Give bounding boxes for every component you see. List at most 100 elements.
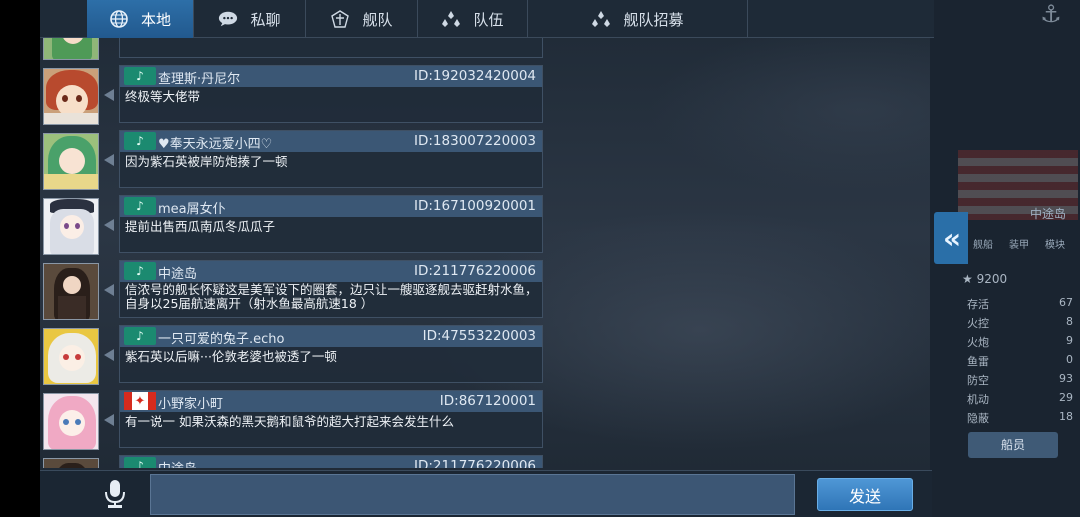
stat-row: 鱼雷 0: [967, 353, 1073, 368]
stat-row: 火控 8: [967, 315, 1073, 330]
tab-label: 本地: [140, 10, 171, 29]
expand-panel-button[interactable]: «: [934, 212, 968, 264]
player-badge-icon: ♪: [124, 457, 156, 468]
user-id: ID:192032420004: [414, 68, 536, 84]
ship-subtab: 装甲: [1009, 240, 1029, 251]
tab-label: 队伍: [473, 10, 504, 29]
stat-row: 存活 67: [967, 296, 1073, 311]
canada-flag-icon: ✦: [124, 392, 156, 410]
send-button[interactable]: 发送: [817, 478, 913, 511]
chat-message: ✦ 小野家小町 ID:867120001 有一说一 如果沃森的黑天鹅和鼠爷的超大…: [40, 390, 545, 452]
chat-message: ♪ mea屑女仆 ID:167100920001 提前出售西瓜南瓜冬瓜瓜子: [40, 195, 545, 257]
user-id: ID:211776220006: [414, 458, 536, 468]
ship-subtab: 模块: [1045, 240, 1065, 251]
chat-message: ♪ 中途岛 ID:211776220006 信浓号的舰长怀疑这是美军设下的圈套，…: [40, 260, 545, 322]
message-bubble: ♪ 查理斯·丹尼尔 ID:192032420004 终极等大佬带: [119, 65, 543, 123]
message-bubble: ♪ 中途岛 ID:211776220006: [119, 455, 543, 468]
message-header: ♪ 一只可爱的兔子.echo ID:47553220003: [120, 326, 542, 347]
bubble-pointer: [104, 414, 114, 426]
player-badge-icon: ♪: [124, 197, 156, 215]
tab-label: 舰队: [362, 10, 393, 29]
globe-icon: [109, 10, 129, 28]
bubble-pointer: [104, 154, 114, 166]
bubble-pointer: [104, 89, 114, 101]
star-rating: ★ 9200: [962, 272, 1008, 286]
message-header: ♪ 中途岛 ID:211776220006: [120, 261, 542, 282]
avatar[interactable]: [43, 263, 99, 320]
tab-label: 舰队招募: [623, 10, 684, 29]
tab-local[interactable]: 本地: [87, 0, 194, 38]
tab-private[interactable]: 私聊: [194, 0, 306, 38]
chat-message: ♪ 一只可爱的兔子.echo ID:47553220003 紫石英以后嘛···伦…: [40, 325, 545, 387]
avatar[interactable]: [43, 328, 99, 385]
crew-button[interactable]: 船员: [968, 432, 1058, 458]
username[interactable]: 小野家小町: [158, 393, 223, 412]
message-header: ♪ 中途岛 ID:211776220006: [120, 456, 542, 468]
chat-channel-tabs: 本地 私聊 舰队 队伍 舰队招募: [40, 0, 934, 38]
fleet-icon: [330, 10, 350, 28]
message-text: 紫石英以后嘛···伦敦老婆也被透了一顿: [125, 349, 337, 364]
user-id: ID:183007220003: [414, 133, 536, 149]
left-black-strip: [0, 0, 40, 517]
avatar[interactable]: [43, 198, 99, 255]
avatar[interactable]: [43, 133, 99, 190]
player-badge-icon: ♪: [124, 327, 156, 345]
message-text: 提前出售西瓜南瓜冬瓜瓜子: [125, 219, 276, 234]
bubble-pointer: [104, 219, 114, 231]
ship-name-label: 中途岛: [1030, 207, 1067, 221]
user-id: ID:167100920001: [414, 198, 536, 214]
message-header: ✦ 小野家小町 ID:867120001: [120, 391, 542, 412]
avatar[interactable]: [43, 68, 99, 125]
stat-row: 机动 29: [967, 391, 1073, 406]
tab-fleet-recruit[interactable]: 舰队招募: [528, 0, 748, 38]
avatar[interactable]: [43, 38, 99, 60]
stat-row: 火炮 9: [967, 334, 1073, 349]
recruit-icon: [591, 10, 611, 28]
user-id: ID:47553220003: [422, 328, 536, 344]
team-icon: [441, 10, 461, 28]
chat-message: [40, 38, 545, 62]
microphone-icon: [105, 480, 125, 508]
tab-label: 私聊: [250, 10, 281, 29]
message-text: 有一说一 如果沃森的黑天鹅和鼠爷的超大打起来会发生什么: [125, 414, 454, 429]
message-text: 因为紫石英被岸防炮揍了一顿: [125, 154, 288, 169]
message-bubble: ♪ mea屑女仆 ID:167100920001 提前出售西瓜南瓜冬瓜瓜子: [119, 195, 543, 253]
user-id: ID:867120001: [439, 393, 536, 409]
username[interactable]: mea屑女仆: [158, 198, 226, 217]
chat-message: ♪ ♥奉天永远爱小四♡ ID:183007220003 因为紫石英被岸防炮揍了一…: [40, 130, 545, 192]
double-chevron-left-icon: «: [942, 221, 961, 255]
username[interactable]: 中途岛: [158, 458, 197, 468]
stat-row: 隐蔽 18: [967, 410, 1073, 425]
username[interactable]: 一只可爱的兔子.echo: [158, 328, 284, 347]
avatar[interactable]: [43, 458, 99, 468]
message-header: ♪ ♥奉天永远爱小四♡ ID:183007220003: [120, 131, 542, 152]
anchor-icon: ⚓: [1040, 0, 1062, 28]
message-bubble: ♪ 一只可爱的兔子.echo ID:47553220003 紫石英以后嘛···伦…: [119, 325, 543, 383]
username[interactable]: 查理斯·丹尼尔: [158, 68, 240, 87]
message-text: 终极等大佬带: [125, 89, 201, 104]
user-id: ID:211776220006: [414, 263, 536, 279]
chat-input[interactable]: [150, 474, 795, 515]
bubble-pointer: [104, 284, 114, 296]
tab-fleet[interactable]: 舰队: [306, 0, 418, 38]
player-badge-icon: ♪: [124, 262, 156, 280]
chat-message: ♪ 中途岛 ID:211776220006: [40, 455, 545, 468]
message-bubble: ♪ ♥奉天永远爱小四♡ ID:183007220003 因为紫石英被岸防炮揍了一…: [119, 130, 543, 188]
chat-message-list[interactable]: ♪ 查理斯·丹尼尔 ID:192032420004 终极等大佬带 ♪ ♥奉天永远…: [40, 38, 545, 468]
username[interactable]: ♥奉天永远爱小四♡: [158, 133, 272, 152]
ship-subtab: 舰船: [973, 240, 993, 251]
voice-input-button[interactable]: [102, 478, 128, 510]
chat-bubble-icon: [218, 10, 238, 28]
tab-team[interactable]: 队伍: [418, 0, 528, 38]
username[interactable]: 中途岛: [158, 263, 197, 282]
player-badge-icon: ♪: [124, 67, 156, 85]
message-bubble: ♪ 中途岛 ID:211776220006 信浓号的舰长怀疑这是美军设下的圈套，…: [119, 260, 543, 318]
player-badge-icon: ♪: [124, 132, 156, 150]
chat-message: ♪ 查理斯·丹尼尔 ID:192032420004 终极等大佬带: [40, 65, 545, 127]
message-bubble: [119, 38, 543, 58]
avatar[interactable]: [43, 393, 99, 450]
message-text: 信浓号的舰长怀疑这是美军设下的圈套，边只让一艘驱逐舰去驱赶射水鱼，自身以25届航…: [125, 282, 538, 311]
message-header: ♪ 查理斯·丹尼尔 ID:192032420004: [120, 66, 542, 87]
message-header: ♪ mea屑女仆 ID:167100920001: [120, 196, 542, 217]
chat-input-bar: 发送: [40, 470, 932, 517]
